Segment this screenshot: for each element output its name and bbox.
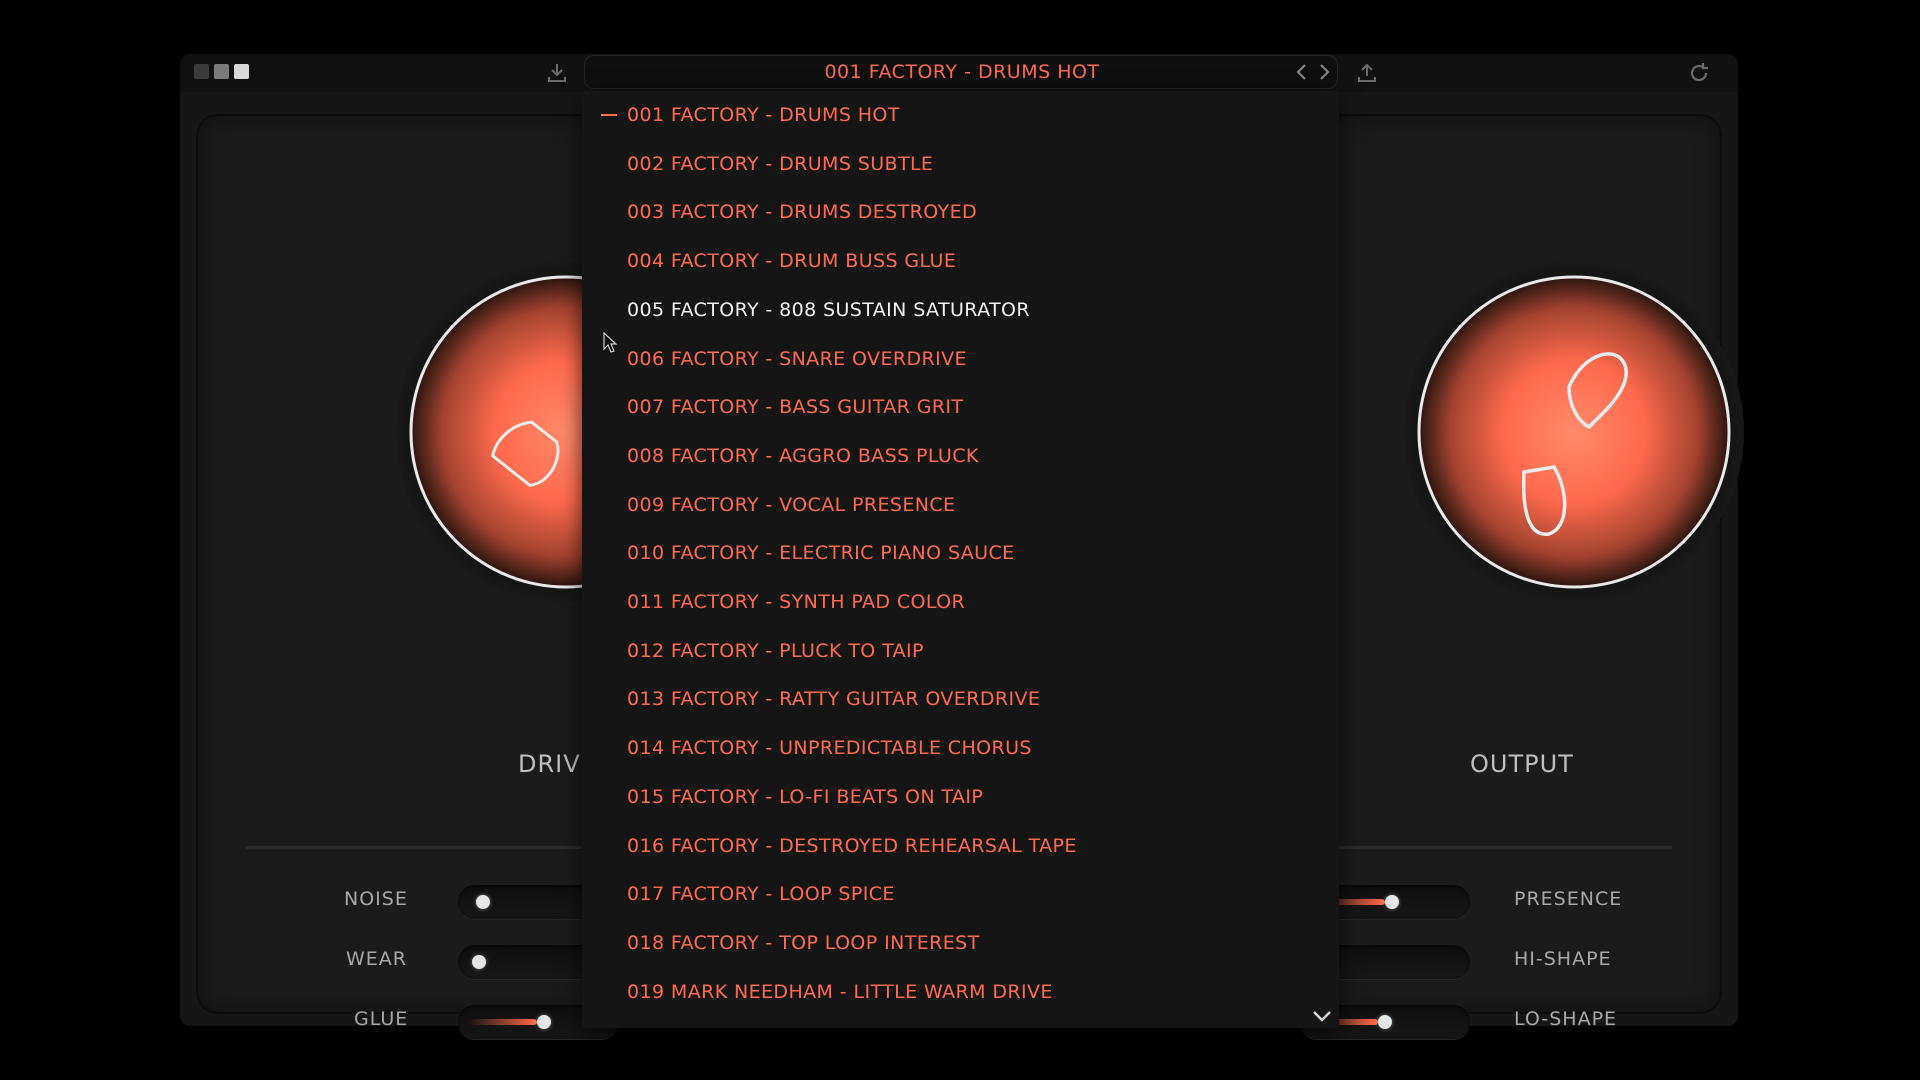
output-knob[interactable] — [1404, 262, 1744, 602]
presence-label: PRESENCE — [1514, 888, 1623, 910]
glue-label: GLUE — [354, 1008, 409, 1030]
preset-dropdown[interactable]: 001 FACTORY - DRUMS HOT 002 FACTORY - DRU… — [582, 91, 1339, 1028]
upload-icon — [1358, 63, 1376, 82]
noise-slider-thumb[interactable] — [476, 895, 491, 909]
export-preset-button[interactable] — [1352, 58, 1382, 88]
hi-shape-label: HI-SHAPE — [1514, 948, 1612, 970]
preset-item[interactable]: 008 FACTORY - AGGRO BASS PLUCK — [582, 436, 1339, 476]
glue-slider-fill — [468, 1019, 538, 1025]
lo-shape-slider-thumb[interactable] — [1378, 1015, 1392, 1029]
wear-label: WEAR — [346, 948, 407, 970]
mouse-cursor-icon — [603, 332, 618, 353]
preset-item[interactable]: 015 FACTORY - LO-FI BEATS ON TAIP — [582, 777, 1339, 817]
preset-item[interactable]: 014 FACTORY - UNPREDICTABLE CHORUS — [582, 728, 1339, 768]
preset-item[interactable]: 017 FACTORY - LOOP SPICE — [582, 874, 1339, 914]
refresh-icon — [1690, 63, 1708, 82]
preset-item[interactable]: 012 FACTORY - PLUCK TO TAIP — [582, 631, 1339, 671]
chevron-right-icon[interactable] — [1313, 60, 1335, 84]
chevron-down-icon[interactable] — [1310, 1007, 1334, 1025]
window-square-3[interactable] — [234, 64, 249, 79]
lo-shape-label: LO-SHAPE — [1514, 1008, 1618, 1030]
preset-selector[interactable]: 001 FACTORY - DRUMS HOT — [584, 55, 1338, 89]
reset-button[interactable] — [1684, 58, 1714, 88]
preset-item[interactable]: 006 FACTORY - SNARE OVERDRIVE — [582, 339, 1339, 379]
current-preset-name[interactable]: 001 FACTORY - DRUMS HOT — [585, 56, 1339, 88]
preset-item[interactable]: 009 FACTORY - VOCAL PRESENCE — [582, 485, 1339, 525]
wear-slider-thumb[interactable] — [472, 955, 487, 969]
preset-item[interactable]: 004 FACTORY - DRUM BUSS GLUE — [582, 241, 1339, 281]
preset-item[interactable]: 016 FACTORY - DESTROYED REHEARSAL TAPE — [582, 826, 1339, 866]
window-square-2[interactable] — [214, 64, 229, 79]
preset-item[interactable]: 013 FACTORY - RATTY GUITAR OVERDRIVE — [582, 679, 1339, 719]
noise-label: NOISE — [344, 888, 408, 910]
preset-item[interactable]: 018 FACTORY - TOP LOOP INTEREST — [582, 923, 1339, 963]
presence-slider-thumb[interactable] — [1384, 895, 1399, 909]
preset-item[interactable]: 003 FACTORY - DRUMS DESTROYED — [582, 192, 1339, 232]
output-label: OUTPUT — [1470, 750, 1574, 778]
preset-item[interactable]: 002 FACTORY - DRUMS SUBTLE — [582, 144, 1339, 184]
download-icon — [548, 64, 566, 82]
preset-item[interactable]: 005 FACTORY - 808 SUSTAIN SATURATOR — [582, 290, 1339, 330]
preset-item[interactable]: 019 MARK NEEDHAM - LITTLE WARM DRIVE — [582, 972, 1339, 1012]
save-preset-button[interactable] — [542, 58, 572, 88]
glue-slider-thumb[interactable] — [537, 1015, 552, 1029]
preset-item[interactable]: 010 FACTORY - ELECTRIC PIANO SAUCE — [582, 533, 1339, 573]
preset-item[interactable]: 001 FACTORY - DRUMS HOT — [582, 95, 1339, 135]
chevron-left-icon[interactable] — [1291, 60, 1313, 84]
preset-item[interactable]: 011 FACTORY - SYNTH PAD COLOR — [582, 582, 1339, 622]
preset-item[interactable]: 007 FACTORY - BASS GUITAR GRIT — [582, 387, 1339, 427]
window-square-1[interactable] — [194, 64, 209, 79]
